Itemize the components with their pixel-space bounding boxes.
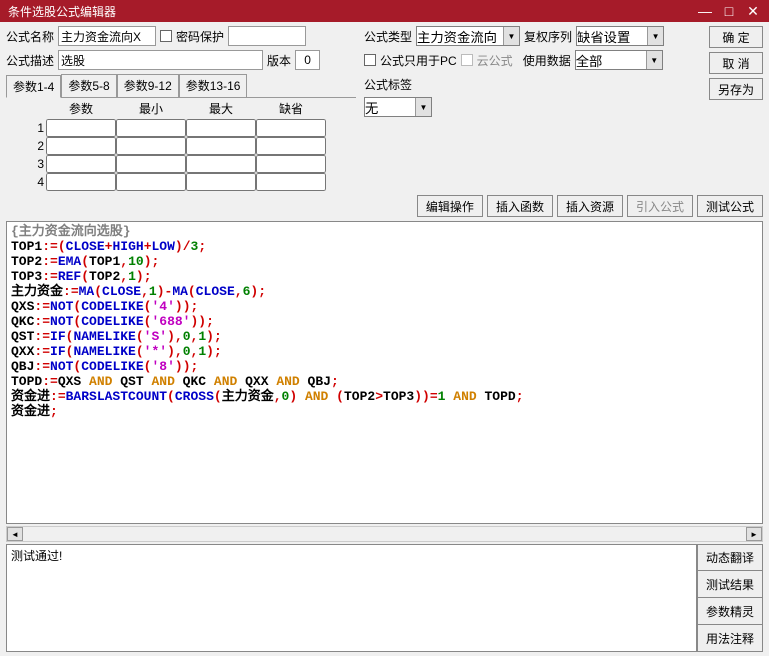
p4-def[interactable] bbox=[256, 173, 326, 191]
tab-params-1-4[interactable]: 参数1-4 bbox=[6, 75, 61, 98]
status-box: 测试通过! bbox=[6, 544, 697, 652]
status-message: 测试通过! bbox=[11, 549, 62, 563]
p2-max[interactable] bbox=[186, 137, 256, 155]
formula-tag-select[interactable]: ▼ bbox=[364, 97, 432, 117]
cloud-label: 云公式 bbox=[477, 52, 513, 69]
chevron-down-icon[interactable]: ▼ bbox=[646, 51, 662, 69]
scroll-right-icon[interactable]: ► bbox=[746, 527, 762, 541]
version-input[interactable] bbox=[295, 50, 320, 70]
formula-tag-label: 公式标签 bbox=[364, 76, 412, 93]
cancel-button[interactable]: 取 消 bbox=[709, 52, 763, 74]
formula-name-label: 公式名称 bbox=[6, 28, 54, 45]
titlebar: 条件选股公式编辑器 — □ ✕ bbox=[0, 0, 769, 22]
col-param: 参数 bbox=[46, 100, 116, 119]
formula-type-select[interactable]: ▼ bbox=[416, 26, 520, 46]
test-result-button[interactable]: 测试结果 bbox=[697, 571, 763, 598]
param-grid: 参数 最小 最大 缺省 1 2 3 4 bbox=[6, 98, 356, 193]
scroll-left-icon[interactable]: ◄ bbox=[7, 527, 23, 541]
tab-params-9-12[interactable]: 参数9-12 bbox=[117, 74, 179, 97]
p2-min[interactable] bbox=[116, 137, 186, 155]
col-max: 最大 bbox=[186, 100, 256, 119]
formula-type-label: 公式类型 bbox=[364, 28, 412, 45]
h-scrollbar[interactable]: ◄ ► bbox=[6, 526, 763, 542]
only-pc-label: 公式只用于PC bbox=[380, 52, 457, 69]
p4-name[interactable] bbox=[46, 173, 116, 191]
p1-def[interactable] bbox=[256, 119, 326, 137]
param-wizard-button[interactable]: 参数精灵 bbox=[697, 598, 763, 625]
chevron-down-icon[interactable]: ▼ bbox=[415, 98, 431, 116]
p2-name[interactable] bbox=[46, 137, 116, 155]
test-formula-button[interactable]: 测试公式 bbox=[697, 195, 763, 217]
use-data-select[interactable]: ▼ bbox=[575, 50, 663, 70]
import-formula-button: 引入公式 bbox=[627, 195, 693, 217]
code-editor[interactable]: {主力资金流向选股} TOP1:=(CLOSE+HIGH+LOW)/3; TOP… bbox=[6, 221, 763, 524]
formula-desc-input[interactable] bbox=[58, 50, 263, 70]
param-tabs: 参数1-4 参数5-8 参数9-12 参数13-16 bbox=[6, 74, 356, 98]
pwd-input[interactable] bbox=[228, 26, 306, 46]
edit-op-button[interactable]: 编辑操作 bbox=[417, 195, 483, 217]
usage-note-button[interactable]: 用法注释 bbox=[697, 625, 763, 652]
ok-button[interactable]: 确 定 bbox=[709, 26, 763, 48]
tab-params-13-16[interactable]: 参数13-16 bbox=[179, 74, 248, 97]
p1-name[interactable] bbox=[46, 119, 116, 137]
formula-name-input[interactable] bbox=[58, 26, 156, 46]
close-button[interactable]: ✕ bbox=[741, 3, 765, 20]
cloud-checkbox bbox=[461, 54, 473, 66]
p1-max[interactable] bbox=[186, 119, 256, 137]
p4-min[interactable] bbox=[116, 173, 186, 191]
p1-min[interactable] bbox=[116, 119, 186, 137]
restore-seq-select[interactable]: ▼ bbox=[576, 26, 664, 46]
tab-params-5-8[interactable]: 参数5-8 bbox=[61, 74, 116, 97]
restore-seq-label: 复权序列 bbox=[524, 28, 572, 45]
col-default: 缺省 bbox=[256, 100, 326, 119]
only-pc-checkbox[interactable] bbox=[364, 54, 376, 66]
p3-def[interactable] bbox=[256, 155, 326, 173]
p3-max[interactable] bbox=[186, 155, 256, 173]
maximize-button[interactable]: □ bbox=[717, 3, 741, 19]
formula-desc-label: 公式描述 bbox=[6, 52, 54, 69]
p3-min[interactable] bbox=[116, 155, 186, 173]
use-data-label: 使用数据 bbox=[523, 52, 571, 69]
chevron-down-icon[interactable]: ▼ bbox=[647, 27, 663, 45]
chevron-down-icon[interactable]: ▼ bbox=[503, 27, 519, 45]
minimize-button[interactable]: — bbox=[693, 3, 717, 19]
insert-func-button[interactable]: 插入函数 bbox=[487, 195, 553, 217]
window-title: 条件选股公式编辑器 bbox=[4, 3, 693, 20]
col-min: 最小 bbox=[116, 100, 186, 119]
p3-name[interactable] bbox=[46, 155, 116, 173]
pwd-protect-checkbox[interactable] bbox=[160, 30, 172, 42]
version-label: 版本 bbox=[267, 52, 291, 69]
pwd-protect-label: 密码保护 bbox=[176, 28, 224, 45]
p4-max[interactable] bbox=[186, 173, 256, 191]
insert-res-button[interactable]: 插入资源 bbox=[557, 195, 623, 217]
save-as-button[interactable]: 另存为 bbox=[709, 78, 763, 100]
p2-def[interactable] bbox=[256, 137, 326, 155]
dyn-trans-button[interactable]: 动态翻译 bbox=[697, 544, 763, 571]
